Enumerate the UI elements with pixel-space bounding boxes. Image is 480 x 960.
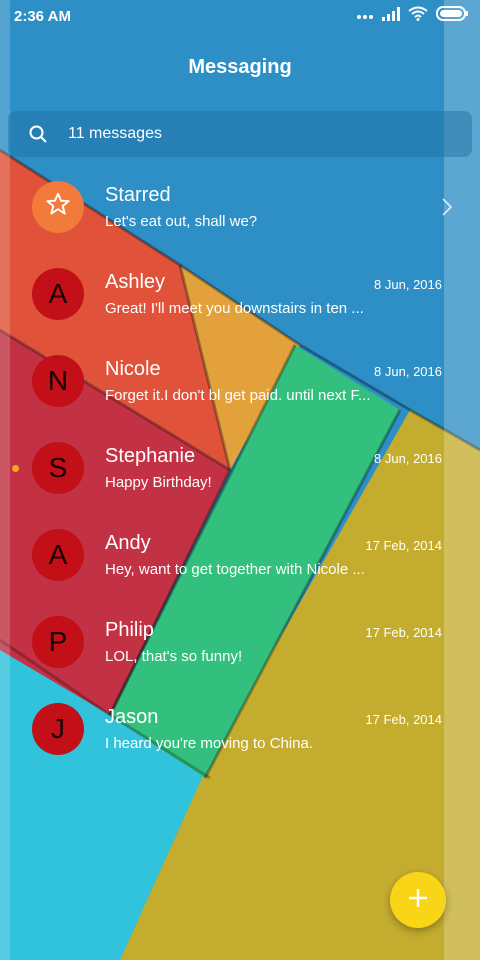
conversation-row[interactable]: J Jason 17 Feb, 2014 I heard you're movi… bbox=[0, 686, 480, 772]
avatar: A bbox=[32, 268, 84, 320]
status-bar: 2:36 AM bbox=[0, 0, 480, 34]
conversation-row[interactable]: N Nicole 8 Jun, 2016 Forget it.I don't b… bbox=[0, 338, 480, 424]
message-preview: LOL, that's so funny! bbox=[105, 648, 243, 665]
plus-icon bbox=[407, 887, 429, 914]
message-date: 17 Feb, 2014 bbox=[365, 712, 442, 727]
conversation-row[interactable]: S Stephanie 8 Jun, 2016 Happy Birthday! bbox=[0, 425, 480, 511]
message-date: 8 Jun, 2016 bbox=[374, 364, 442, 379]
conversation-row[interactable]: P Philip 17 Feb, 2014 LOL, that's so fun… bbox=[0, 599, 480, 685]
message-date: 17 Feb, 2014 bbox=[365, 538, 442, 553]
status-icons bbox=[356, 6, 468, 26]
avatar: N bbox=[32, 355, 84, 407]
contact-name: Nicole bbox=[105, 358, 161, 380]
contact-name: Jason bbox=[105, 706, 159, 728]
avatar: A bbox=[32, 529, 84, 581]
message-preview: Forget it.I don't bl get paid. until nex… bbox=[105, 387, 371, 404]
starred-title: Starred bbox=[105, 184, 171, 206]
chevron-right-icon bbox=[442, 198, 453, 221]
page-title: Messaging bbox=[188, 56, 292, 78]
more-dots-icon bbox=[356, 7, 374, 25]
contact-name: Philip bbox=[105, 619, 154, 641]
status-time: 2:36 AM bbox=[14, 8, 71, 25]
contact-name: Stephanie bbox=[105, 445, 196, 467]
search-input[interactable]: 11 messages bbox=[68, 125, 162, 143]
new-message-button[interactable] bbox=[390, 872, 446, 928]
message-preview: Hey, want to get together with Nicole ..… bbox=[105, 561, 365, 578]
contact-name: Andy bbox=[105, 532, 151, 554]
message-date: 8 Jun, 2016 bbox=[374, 451, 442, 466]
avatar: J bbox=[32, 703, 84, 755]
search-icon bbox=[28, 124, 48, 144]
contact-name: Ashley bbox=[105, 271, 166, 293]
conversation-row[interactable]: A Andy 17 Feb, 2014 Hey, want to get tog… bbox=[0, 512, 480, 598]
message-date: 17 Feb, 2014 bbox=[365, 625, 442, 640]
starred-row[interactable]: Starred Let's eat out, shall we? bbox=[0, 164, 480, 250]
starred-preview: Let's eat out, shall we? bbox=[105, 213, 258, 230]
conversation-row[interactable]: A Ashley 8 Jun, 2016 Great! I'll meet yo… bbox=[0, 251, 480, 337]
message-preview: Great! I'll meet you downstairs in ten .… bbox=[105, 300, 364, 317]
avatar: P bbox=[32, 616, 84, 668]
star-icon bbox=[45, 191, 71, 224]
starred-avatar bbox=[32, 181, 84, 233]
message-date: 8 Jun, 2016 bbox=[374, 277, 442, 292]
message-preview: Happy Birthday! bbox=[105, 474, 212, 491]
message-preview: I heard you're moving to China. bbox=[105, 735, 313, 752]
wifi-icon bbox=[408, 6, 428, 26]
avatar: S bbox=[32, 442, 84, 494]
unread-indicator bbox=[12, 465, 19, 472]
signal-icon bbox=[382, 6, 400, 26]
battery-icon bbox=[436, 6, 468, 26]
search-bar[interactable]: 11 messages bbox=[8, 111, 472, 157]
